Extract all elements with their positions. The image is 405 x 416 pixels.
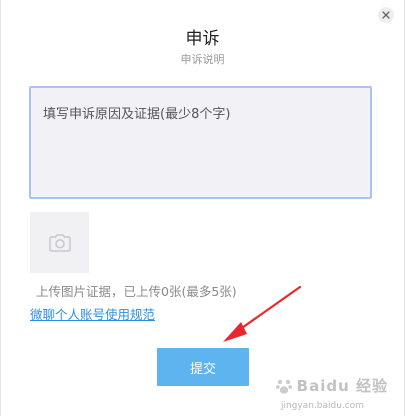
dialog-title: 申诉 [185,29,220,49]
appeal-description-label: 申诉说明 [180,53,225,66]
close-icon [382,11,390,19]
watermark-url: jingyan.baidu.com [280,401,364,411]
submit-button[interactable]: 提交 [157,348,249,386]
baidu-watermark: Baidu 经验 [275,375,388,396]
camera-icon [48,233,71,252]
watermark-text: Baidu 经验 [296,377,388,395]
paw-logo-icon [275,379,292,394]
upload-image-button[interactable] [30,212,89,273]
upload-hint: 上传图片证据，已上传0张(最多5张) [36,284,237,299]
account-rules-link[interactable]: 微聊个人账号使用规范 [30,307,155,323]
appeal-reason-input[interactable] [29,86,372,199]
appeal-dialog: 申诉 申诉说明 上传图片证据，已上传0张(最多5张) 微聊个人账号使用规范 提交… [0,0,405,416]
close-button[interactable] [378,7,394,23]
